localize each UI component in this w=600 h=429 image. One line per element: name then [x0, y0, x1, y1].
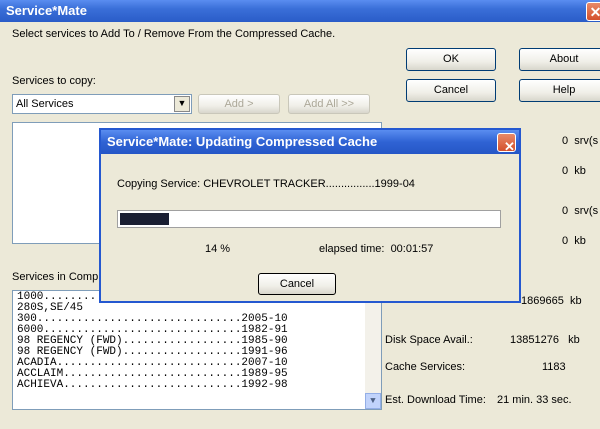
cache-size-value: 1869665 kb — [521, 295, 582, 307]
dialog-title-bar: Service*Mate: Updating Compressed Cache … — [101, 130, 519, 154]
scroll-down-icon[interactable]: ▼ — [365, 393, 381, 409]
stat-row-3: 0 srv(s — [562, 205, 599, 217]
window-title-bar: Service*Mate ✕ — [0, 0, 600, 22]
window-title: Service*Mate — [6, 3, 87, 18]
cache-services-value: 1183 — [542, 361, 566, 373]
disk-space-label: Disk Space Avail.: — [385, 334, 473, 346]
close-icon: ✕ — [589, 4, 600, 20]
disk-space-value: 13851276 kb — [510, 334, 580, 346]
dialog-cancel-button[interactable]: Cancel — [258, 273, 336, 295]
progress-bar — [117, 210, 501, 228]
services-select-value: All Services — [16, 98, 74, 110]
dialog-close-button[interactable]: ✕ — [497, 133, 516, 154]
about-button[interactable]: About — [519, 48, 600, 71]
cancel-button[interactable]: Cancel — [406, 79, 496, 102]
download-time-label: Est. Download Time: — [385, 394, 486, 406]
download-time-value: 21 min. 33 sec. — [497, 394, 572, 406]
progress-dialog: Service*Mate: Updating Compressed Cache … — [99, 128, 521, 303]
dialog-title: Service*Mate: Updating Compressed Cache — [107, 134, 378, 149]
services-select[interactable]: All Services ▼ — [12, 94, 192, 114]
window-close-button[interactable]: ✕ — [586, 2, 600, 21]
dropdown-arrow-icon[interactable]: ▼ — [174, 96, 190, 112]
add-button[interactable]: Add > — [198, 94, 280, 114]
cache-services-label: Cache Services: — [385, 361, 466, 373]
close-icon: ✕ — [504, 139, 515, 154]
add-all-button[interactable]: Add All >> — [288, 94, 370, 114]
services-to-copy-label: Services to copy: — [12, 75, 96, 87]
stat-row-2: 0 kb — [562, 165, 586, 177]
progress-bar-fill — [120, 213, 170, 225]
stat-row-4: 0 kb — [562, 235, 586, 247]
help-button[interactable]: Help — [519, 79, 600, 102]
services-in-comp-label: Services in Comp — [12, 271, 99, 283]
stat-row-1: 0 srv(s — [562, 135, 599, 147]
instruction-text: Select services to Add To / Remove From … — [12, 28, 336, 40]
cache-services-list[interactable]: 1000........ 280S,SE/45 300...............… — [12, 290, 382, 410]
copy-status-text: Copying Service: CHEVROLET TRACKER......… — [117, 178, 415, 190]
elapsed-time: elapsed time: 00:01:57 — [319, 243, 434, 255]
ok-button[interactable]: OK — [406, 48, 496, 71]
list-scrollbar[interactable]: ▼ — [365, 291, 381, 409]
progress-percent: 14 % — [205, 243, 231, 255]
list-item[interactable]: ACHIEVA...........................1992-9… — [17, 380, 381, 391]
